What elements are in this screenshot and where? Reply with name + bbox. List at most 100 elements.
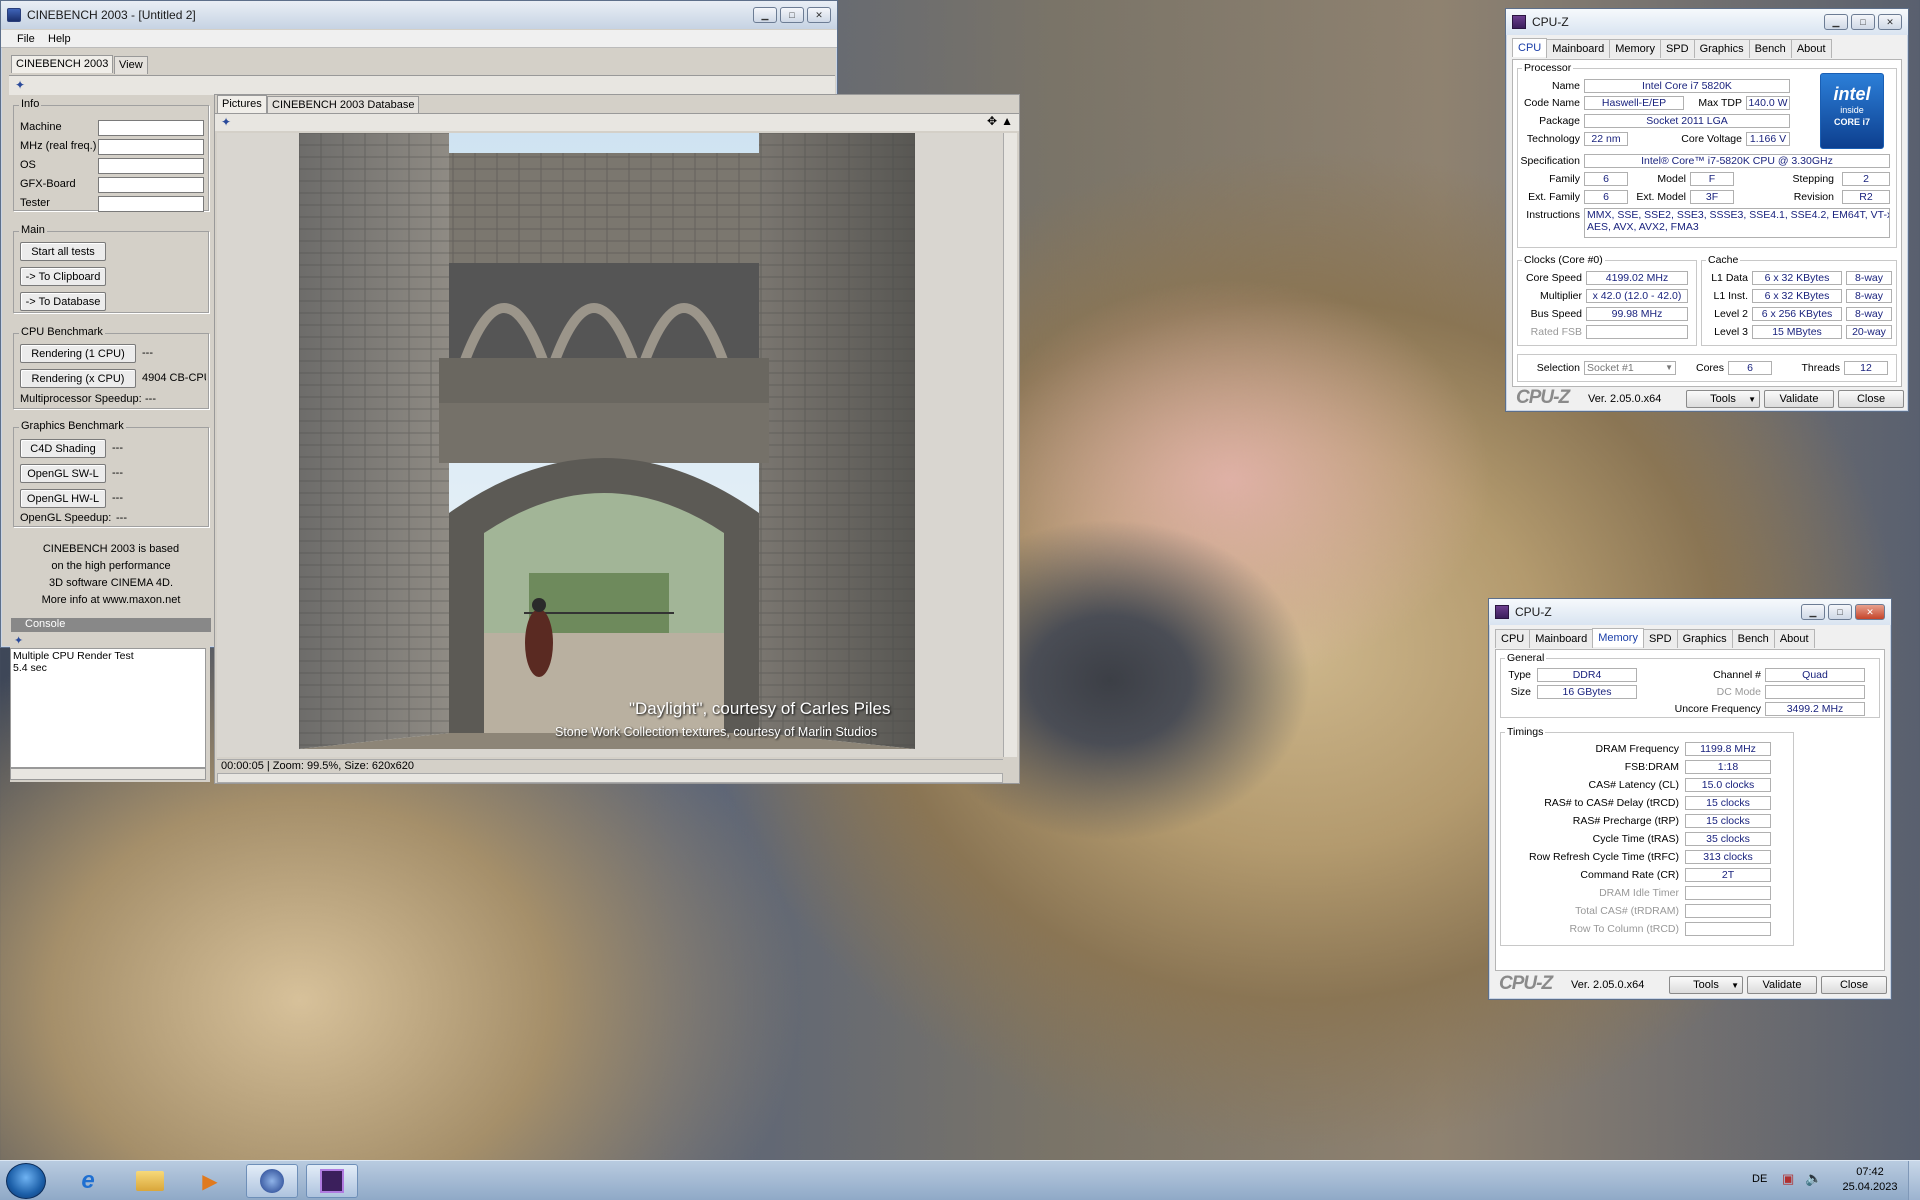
- tab-pictures[interactable]: Pictures: [217, 95, 267, 113]
- caption-daylight: "Daylight", courtesy of Carles Piles: [629, 699, 891, 718]
- tab-bench[interactable]: Bench: [1748, 39, 1792, 58]
- warning-icon[interactable]: ▲: [1001, 114, 1013, 128]
- tab-spd[interactable]: SPD: [1642, 629, 1678, 648]
- maximize-button[interactable]: □: [1851, 14, 1875, 30]
- network-icon[interactable]: ▣: [1782, 1171, 1794, 1187]
- cpuz-logo: CPU-Z: [1499, 973, 1553, 994]
- language-indicator[interactable]: DE: [1752, 1173, 1767, 1185]
- tab-spd[interactable]: SPD: [1659, 39, 1695, 58]
- picture-hscrollbar[interactable]: [217, 773, 1003, 783]
- selection-group: Selection Socket #1 ▼ Cores 6 Threads 12: [1517, 354, 1897, 382]
- picture-panel: Pictures CINEBENCH 2003 Database ✦ ✥ ▲ "…: [214, 94, 1020, 784]
- console-hscrollbar[interactable]: [10, 768, 206, 780]
- minimize-button[interactable]: ▁: [753, 7, 777, 23]
- c4d-shading-button[interactable]: C4D Shading: [20, 439, 106, 458]
- pin-icon[interactable]: ✦: [15, 78, 25, 92]
- gfx-board-field[interactable]: [98, 177, 204, 193]
- cpuz-cpu-titlebar[interactable]: CPU-Z ▁ □ ✕: [1506, 9, 1908, 35]
- chevron-down-icon[interactable]: ▼: [1748, 395, 1756, 404]
- opengl-hwl-button[interactable]: OpenGL HW-L: [20, 489, 106, 508]
- tab-cpu[interactable]: CPU: [1495, 629, 1531, 648]
- clock[interactable]: 07:42 25.04.2023: [1836, 1165, 1904, 1195]
- taskbar: e ▶ DE ▣ 🔈 07:42 25.04.2023: [0, 1160, 1920, 1200]
- console-area: ✦ Multiple CPU Render Test 5.4 sec: [10, 632, 210, 782]
- os-field[interactable]: [98, 158, 204, 174]
- picture-pin-icon[interactable]: ✦: [221, 115, 231, 129]
- family-label: Family: [1549, 173, 1580, 185]
- tools-button[interactable]: Tools ▼: [1686, 390, 1760, 408]
- inside-logo-text: inside: [1840, 105, 1864, 115]
- move-icon[interactable]: ✥: [987, 114, 997, 128]
- start-button[interactable]: [6, 1163, 46, 1199]
- tab-memory[interactable]: Memory: [1609, 39, 1661, 58]
- tab-about[interactable]: About: [1773, 629, 1815, 648]
- mhz-field[interactable]: [98, 139, 204, 155]
- machine-field[interactable]: [98, 120, 204, 136]
- tab-view[interactable]: View: [114, 56, 148, 74]
- minimize-button[interactable]: ▁: [1801, 604, 1825, 620]
- to-database-button[interactable]: -> To Database: [20, 292, 106, 311]
- cinebench-titlebar[interactable]: CINEBENCH 2003 - [Untitled 2] ▁ □ ✕: [1, 1, 837, 29]
- rendering-xcpu-result: 4904 CB-CPU: [142, 372, 206, 384]
- main-group: Main Start all tests -> To Clipboard -> …: [13, 224, 209, 313]
- tools-button[interactable]: Tools ▼: [1669, 976, 1743, 994]
- close-button[interactable]: ✕: [1878, 14, 1902, 30]
- cpuz-taskbar-icon[interactable]: [306, 1164, 358, 1198]
- tab-database[interactable]: CINEBENCH 2003 Database: [267, 96, 420, 114]
- package-label: Package: [1539, 115, 1580, 127]
- tab-cpu[interactable]: CPU: [1512, 38, 1548, 57]
- start-all-tests-button[interactable]: Start all tests: [20, 242, 106, 261]
- to-clipboard-button[interactable]: -> To Clipboard: [20, 267, 106, 286]
- render-viewport[interactable]: "Daylight", courtesy of Carles Piles Sto…: [217, 133, 1003, 757]
- chevron-down-icon[interactable]: ▼: [1731, 981, 1739, 990]
- tab-memory[interactable]: Memory: [1592, 628, 1644, 647]
- cpuz-close-button[interactable]: Close: [1838, 390, 1904, 408]
- close-button[interactable]: ✕: [807, 7, 831, 23]
- cpu-benchmark-title: CPU Benchmark: [19, 326, 105, 338]
- about-line: More info at www.maxon.net: [41, 594, 181, 606]
- maximize-button[interactable]: □: [1828, 604, 1852, 620]
- about-text: CINEBENCH 2003 is based on the high perf…: [13, 541, 209, 609]
- rendering-1cpu-button[interactable]: Rendering (1 CPU): [20, 344, 136, 363]
- toolbar: ✦: [9, 75, 835, 95]
- cpuz-close-button[interactable]: Close: [1821, 976, 1887, 994]
- mhz-label: MHz (real freq.): [20, 140, 97, 152]
- volume-icon[interactable]: 🔈: [1805, 1170, 1822, 1187]
- validate-button[interactable]: Validate: [1747, 976, 1817, 994]
- maximize-button[interactable]: □: [780, 7, 804, 23]
- model-value: F: [1690, 172, 1734, 186]
- cores-value: 6: [1728, 361, 1772, 375]
- menu-help[interactable]: Help: [48, 33, 71, 45]
- cinebench-taskbar-icon[interactable]: [246, 1164, 298, 1198]
- close-button[interactable]: ✕: [1855, 604, 1885, 620]
- name-value: Intel Core i7 5820K: [1584, 79, 1790, 93]
- tab-cinebench[interactable]: CINEBENCH 2003: [11, 55, 114, 73]
- media-player-icon[interactable]: ▶: [184, 1164, 236, 1198]
- tab-about[interactable]: About: [1790, 39, 1832, 58]
- internet-explorer-icon[interactable]: e: [62, 1164, 114, 1198]
- socket-select[interactable]: Socket #1 ▼: [1584, 361, 1676, 375]
- cpuz-memory-titlebar[interactable]: CPU-Z ▁ □ ✕: [1489, 599, 1891, 625]
- rendering-xcpu-button[interactable]: Rendering (x CPU): [20, 369, 136, 388]
- timing-value: 2T: [1685, 868, 1771, 882]
- tab-mainboard[interactable]: Mainboard: [1546, 39, 1611, 58]
- machine-label: Machine: [20, 121, 62, 133]
- minimize-button[interactable]: ▁: [1824, 14, 1848, 30]
- tester-field[interactable]: [98, 196, 204, 212]
- file-explorer-icon[interactable]: [124, 1164, 176, 1198]
- dc-mode-label: DC Mode: [1716, 686, 1761, 698]
- cpuz-cpu-panel: Processor Name Intel Core i7 5820K Code …: [1512, 59, 1902, 387]
- stepping-value: 2: [1842, 172, 1890, 186]
- show-desktop-button[interactable]: [1908, 1161, 1920, 1200]
- l1-data-value: 6 x 32 KBytes: [1752, 271, 1842, 285]
- validate-button[interactable]: Validate: [1764, 390, 1834, 408]
- opengl-swl-button[interactable]: OpenGL SW-L: [20, 464, 106, 483]
- revision-value: R2: [1842, 190, 1890, 204]
- tab-mainboard[interactable]: Mainboard: [1529, 629, 1594, 648]
- picture-vscrollbar[interactable]: [1003, 133, 1017, 757]
- tab-bench[interactable]: Bench: [1731, 629, 1775, 648]
- console-pin-icon[interactable]: ✦: [14, 634, 23, 647]
- tab-graphics[interactable]: Graphics: [1676, 629, 1733, 648]
- tab-graphics[interactable]: Graphics: [1693, 39, 1750, 58]
- menu-file[interactable]: File: [17, 33, 35, 45]
